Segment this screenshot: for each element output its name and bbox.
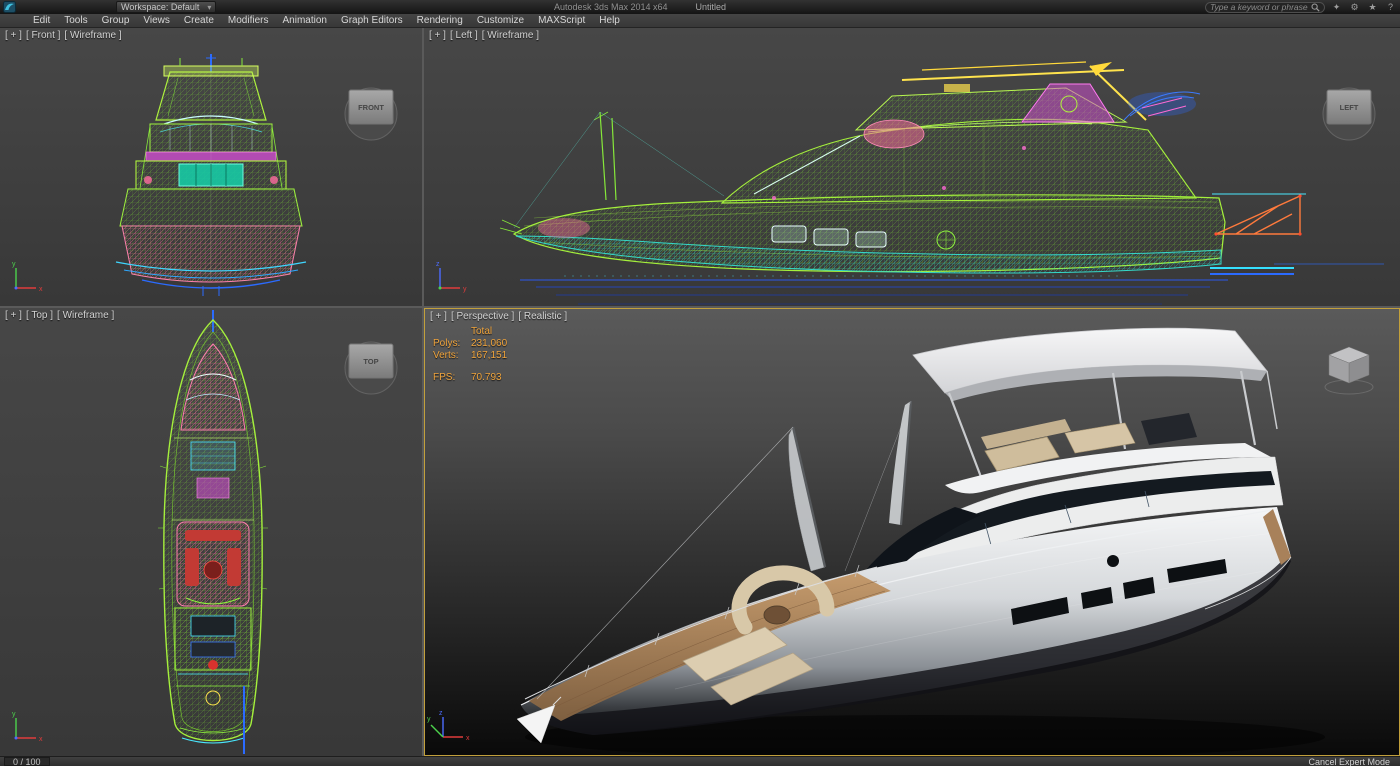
stats-polys-label: Polys: bbox=[433, 338, 471, 350]
menu-rendering[interactable]: Rendering bbox=[410, 14, 470, 28]
svg-text:TOP: TOP bbox=[363, 357, 378, 366]
viewport-top-label: [ + ] [ Top ] [ Wireframe ] bbox=[5, 310, 114, 321]
viewport-menu-general[interactable]: [ + ] bbox=[5, 310, 22, 321]
svg-text:x: x bbox=[39, 286, 43, 293]
stats-verts-value: 167,151 bbox=[471, 350, 507, 362]
viewport-area: [ + ] [ Front ] [ Wireframe ] bbox=[0, 28, 1400, 756]
menu-maxscript[interactable]: MAXScript bbox=[531, 14, 592, 28]
svg-text:y: y bbox=[427, 716, 431, 723]
exchange-apps-icon[interactable]: ✦ bbox=[1330, 2, 1343, 13]
infocenter: ✦ ⚙ ★ ? bbox=[1205, 2, 1397, 13]
menu-create[interactable]: Create bbox=[177, 14, 221, 28]
viewport-menu-shading[interactable]: [ Wireframe ] bbox=[57, 310, 114, 321]
chevron-down-icon: ▾ bbox=[207, 3, 211, 12]
viewport-left[interactable]: [ + ] [ Left ] [ Wireframe ] bbox=[424, 28, 1400, 306]
viewport-front-label: [ + ] [ Front ] [ Wireframe ] bbox=[5, 30, 122, 41]
titlebar: Workspace: Default ▾ Autodesk 3ds Max 20… bbox=[0, 0, 1400, 14]
menu-group[interactable]: Group bbox=[95, 14, 137, 28]
menubar: Edit Tools Group Views Create Modifiers … bbox=[0, 14, 1400, 28]
svg-text:FRONT: FRONT bbox=[358, 103, 384, 112]
viewport-menu-pov[interactable]: [ Left ] bbox=[450, 30, 478, 41]
favorites-icon[interactable]: ★ bbox=[1366, 2, 1379, 13]
axis-tripod: x z y bbox=[427, 710, 470, 742]
search-input[interactable] bbox=[1210, 2, 1308, 12]
menu-modifiers[interactable]: Modifiers bbox=[221, 14, 276, 28]
viewport-menu-general[interactable]: [ + ] bbox=[430, 311, 447, 322]
svg-text:x: x bbox=[466, 735, 470, 742]
menu-edit[interactable]: Edit bbox=[26, 14, 57, 28]
viewport-perspective[interactable]: [ + ] [ Perspective ] [ Realistic ] Tota… bbox=[424, 308, 1400, 756]
viewcube[interactable]: LEFT bbox=[1323, 88, 1375, 140]
viewport-menu-shading[interactable]: [ Wireframe ] bbox=[482, 30, 539, 41]
menu-help[interactable]: Help bbox=[592, 14, 627, 28]
top-wireframe-render: TOP x y bbox=[0, 308, 422, 756]
svg-text:z: z bbox=[439, 710, 443, 717]
workspace-label: Workspace: Default bbox=[121, 2, 199, 12]
menu-animation[interactable]: Animation bbox=[275, 14, 333, 28]
viewport-menu-general[interactable]: [ + ] bbox=[429, 30, 446, 41]
stats-total-label: Total bbox=[471, 326, 492, 338]
stats-polys-value: 231,060 bbox=[471, 338, 507, 350]
svg-text:z: z bbox=[436, 261, 440, 268]
viewport-menu-general[interactable]: [ + ] bbox=[5, 30, 22, 41]
axis-tripod: x y bbox=[12, 711, 43, 743]
menu-graph-editors[interactable]: Graph Editors bbox=[334, 14, 410, 28]
menu-tools[interactable]: Tools bbox=[57, 14, 94, 28]
app-title: Autodesk 3ds Max 2014 x64 bbox=[554, 2, 668, 12]
viewport-perspective-label: [ + ] [ Perspective ] [ Realistic ] bbox=[430, 311, 567, 322]
axis-tripod: y z bbox=[436, 261, 467, 293]
left-wireframe-render: LEFT y z bbox=[424, 28, 1400, 306]
document-title: Untitled bbox=[696, 2, 727, 12]
window-title: Autodesk 3ds Max 2014 x64 Untitled bbox=[430, 2, 850, 12]
viewport-menu-pov[interactable]: [ Front ] bbox=[26, 30, 60, 41]
axis-tripod: x y bbox=[12, 261, 43, 293]
menu-views[interactable]: Views bbox=[136, 14, 177, 28]
help-icon[interactable]: ? bbox=[1384, 2, 1397, 13]
svg-text:LEFT: LEFT bbox=[1340, 103, 1359, 112]
viewcube[interactable] bbox=[1325, 347, 1373, 394]
workspace-selector[interactable]: Workspace: Default ▾ bbox=[116, 1, 216, 13]
menu-customize[interactable]: Customize bbox=[470, 14, 531, 28]
svg-text:y: y bbox=[12, 261, 16, 268]
viewport-menu-shading[interactable]: [ Wireframe ] bbox=[64, 30, 121, 41]
communication-center-icon[interactable]: ⚙ bbox=[1348, 2, 1361, 13]
viewport-menu-shading[interactable]: [ Realistic ] bbox=[518, 311, 567, 322]
stats-fps-value: 70.793 bbox=[471, 372, 502, 384]
viewcube[interactable]: FRONT bbox=[345, 88, 397, 140]
statusbar: 0 / 100 Cancel Expert Mode bbox=[0, 756, 1400, 766]
app-menu-icon[interactable] bbox=[3, 1, 16, 13]
frame-counter: 0 / 100 bbox=[4, 757, 50, 766]
svg-text:y: y bbox=[12, 711, 16, 718]
3ds-max-window: Workspace: Default ▾ Autodesk 3ds Max 20… bbox=[0, 0, 1400, 766]
front-wireframe-render: FRONT x y bbox=[0, 28, 422, 306]
viewport-menu-pov[interactable]: [ Top ] bbox=[26, 310, 53, 321]
viewport-front[interactable]: [ + ] [ Front ] [ Wireframe ] bbox=[0, 28, 422, 306]
cancel-expert-mode-button[interactable]: Cancel Expert Mode bbox=[1302, 757, 1396, 766]
infocenter-search bbox=[1205, 2, 1325, 13]
viewport-statistics: Total Polys:231,060 Verts:167,151 FPS:70… bbox=[433, 326, 507, 384]
viewcube[interactable]: TOP bbox=[345, 342, 397, 394]
stats-verts-label: Verts: bbox=[433, 350, 471, 362]
viewport-left-label: [ + ] [ Left ] [ Wireframe ] bbox=[429, 30, 539, 41]
stats-fps-label: FPS: bbox=[433, 372, 471, 384]
svg-text:y: y bbox=[463, 286, 467, 293]
perspective-render: x z y bbox=[425, 309, 1399, 755]
svg-text:x: x bbox=[39, 736, 43, 743]
search-icon[interactable] bbox=[1311, 3, 1320, 12]
viewport-menu-pov[interactable]: [ Perspective ] bbox=[451, 311, 514, 322]
viewport-top[interactable]: [ + ] [ Top ] [ Wireframe ] bbox=[0, 308, 422, 756]
